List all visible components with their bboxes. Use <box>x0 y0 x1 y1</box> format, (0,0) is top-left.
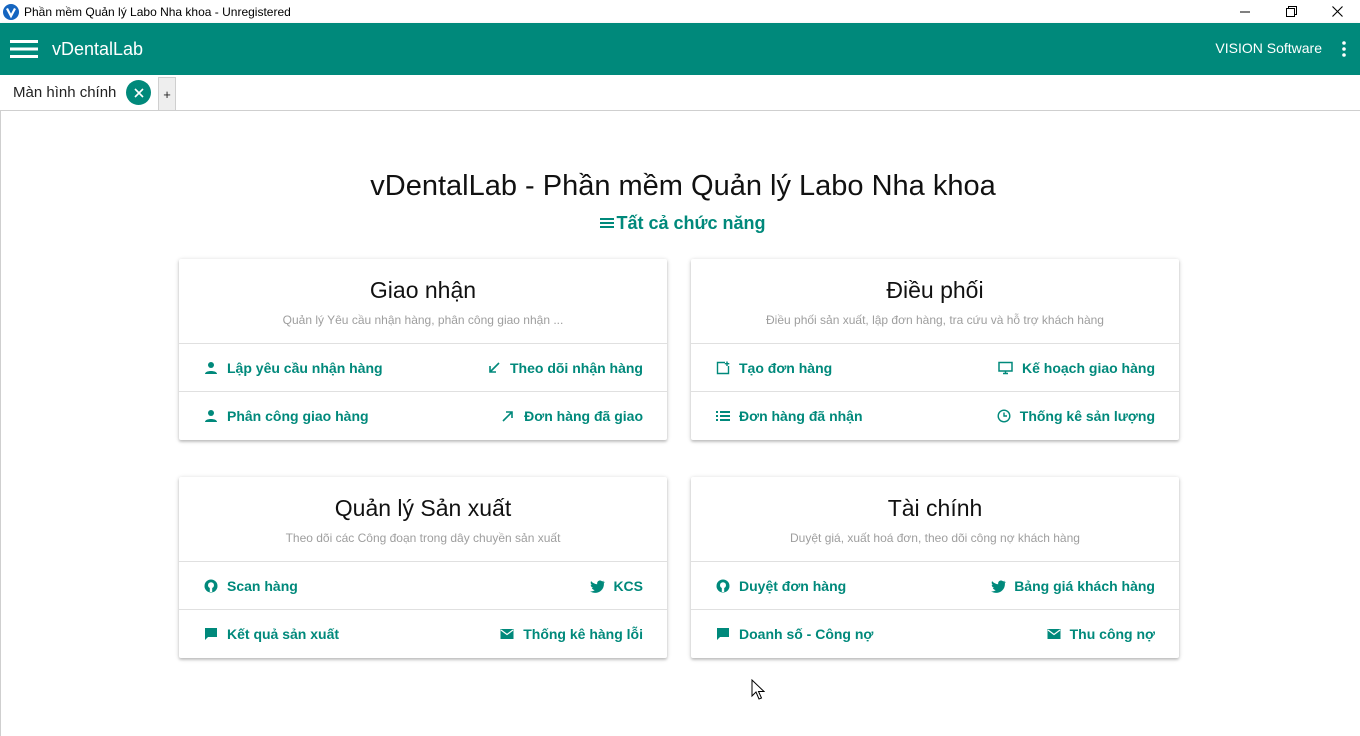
collect-debt-button[interactable]: Thu công nợ <box>1046 610 1155 658</box>
action-label: Tạo đơn hàng <box>739 360 833 376</box>
card-giao-nhan: Giao nhận Quản lý Yêu cầu nhận hàng, phâ… <box>179 259 667 440</box>
v-logo-icon <box>3 3 19 20</box>
card-row: Scan hàng KCS <box>179 562 667 610</box>
action-label: KCS <box>613 578 643 594</box>
card-subtitle: Điều phối sản xuất, lập đơn hàng, tra cứ… <box>766 313 1104 327</box>
mouse-cursor-icon <box>751 679 765 700</box>
arrow-down-left-icon <box>486 360 502 376</box>
action-label: Lập yêu cầu nhận hàng <box>227 360 383 376</box>
card-row: Tạo đơn hàng Kế hoạch giao hàng <box>691 344 1179 392</box>
action-label: Thống kê hàng lỗi <box>523 626 643 642</box>
card-subtitle: Duyệt giá, xuất hoá đơn, theo dõi công n… <box>790 531 1080 545</box>
page-title: vDentalLab - Phần mềm Quản lý Labo Nha k… <box>370 170 996 202</box>
card-subtitle: Quản lý Yêu cầu nhận hàng, phân công gia… <box>282 313 564 327</box>
window-titlebar: Phần mềm Quản lý Labo Nha khoa - Unregis… <box>0 0 1360 23</box>
clock-icon <box>996 408 1012 424</box>
card-title: Điều phối <box>886 277 984 303</box>
action-label: Phân công giao hàng <box>227 408 369 424</box>
approve-orders-button[interactable]: Duyệt đơn hàng <box>715 562 846 610</box>
action-label: Bảng giá khách hàng <box>1014 578 1155 594</box>
content-border <box>0 111 1 736</box>
app-bar: vDentalLab VISION Software <box>0 23 1360 75</box>
revenue-debt-button[interactable]: Doanh số - Công nợ <box>715 610 873 658</box>
arrow-up-right-icon <box>500 408 516 424</box>
tab-strip: Màn hình chính + <box>0 75 1360 111</box>
add-box-icon <box>715 360 731 376</box>
card-title: Giao nhận <box>369 277 477 303</box>
twitter-icon <box>589 578 605 594</box>
all-functions-link[interactable]: Tất cả chức năng <box>0 213 1360 234</box>
card-subtitle: Theo dõi các Công đoạn trong dây chuyền … <box>285 531 561 545</box>
window-title: Phần mềm Quản lý Labo Nha khoa - Unregis… <box>24 4 291 19</box>
delivery-plan-button[interactable]: Kế hoạch giao hàng <box>998 344 1155 392</box>
customer-price-list-button[interactable]: Bảng giá khách hàng <box>990 562 1155 610</box>
create-order-button[interactable]: Tạo đơn hàng <box>715 344 832 392</box>
action-label: Scan hàng <box>227 578 298 594</box>
close-icon <box>133 87 144 98</box>
person-icon <box>203 408 219 424</box>
scan-goods-button[interactable]: Scan hàng <box>203 562 298 610</box>
github-icon <box>715 578 731 594</box>
add-tab-button[interactable]: + <box>158 77 176 110</box>
production-result-button[interactable]: Kết quả sản xuất <box>203 610 339 658</box>
output-statistics-button[interactable]: Thống kê sản lượng <box>996 392 1155 440</box>
monitor-icon <box>998 360 1014 376</box>
menu-lines-icon <box>600 217 615 228</box>
app-brand: vDentalLab <box>52 38 144 59</box>
received-orders-button[interactable]: Đơn hàng đã nhận <box>715 392 863 440</box>
card-dieu-phoi: Điều phối Điều phối sản xuất, lập đơn hà… <box>691 259 1179 440</box>
track-pickup-button[interactable]: Theo dõi nhận hàng <box>486 344 643 392</box>
tab-main-screen[interactable]: Màn hình chính <box>0 75 158 110</box>
action-label: Thống kê sản lượng <box>1019 408 1155 424</box>
tab-close-button[interactable] <box>126 80 151 105</box>
action-label: Doanh số - Công nợ <box>739 626 874 642</box>
all-functions-label: Tất cả chức năng <box>616 213 766 233</box>
twitter-icon <box>990 578 1006 594</box>
hamburger-menu-button[interactable] <box>9 34 39 64</box>
hamburger-icon <box>10 40 38 58</box>
kcs-button[interactable]: KCS <box>589 562 643 610</box>
action-label: Duyệt đơn hàng <box>739 578 847 594</box>
person-icon <box>203 360 219 376</box>
close-icon <box>1331 6 1343 17</box>
card-tai-chinh: Tài chính Duyệt giá, xuất hoá đơn, theo … <box>691 477 1179 658</box>
card-title: Quản lý Sản xuất <box>334 495 512 521</box>
card-title: Tài chính <box>887 495 983 521</box>
create-pickup-request-button[interactable]: Lập yêu cầu nhận hàng <box>203 344 383 392</box>
mail-icon <box>1046 626 1062 642</box>
card-row: Duyệt đơn hàng Bảng giá khách hàng <box>691 562 1179 610</box>
action-label: Theo dõi nhận hàng <box>510 360 643 376</box>
github-icon <box>203 578 219 594</box>
card-quan-ly-san-xuat: Quản lý Sản xuất Theo dõi các Công đoạn … <box>179 477 667 658</box>
card-row: Lập yêu cầu nhận hàng Theo dõi nhận hàng <box>179 344 667 392</box>
action-label: Kết quả sản xuất <box>227 626 340 642</box>
action-label: Đơn hàng đã nhận <box>739 408 863 424</box>
chat-icon <box>203 626 219 642</box>
card-row: Đơn hàng đã nhận Thống kê sản lượng <box>691 392 1179 440</box>
more-options-button[interactable] <box>1336 37 1352 61</box>
minimize-button[interactable] <box>1222 0 1268 23</box>
action-label: Kế hoạch giao hàng <box>1021 360 1155 376</box>
delivered-orders-button[interactable]: Đơn hàng đã giao <box>500 392 643 440</box>
mail-icon <box>499 626 515 642</box>
more-vertical-icon <box>1342 41 1346 57</box>
restore-button[interactable] <box>1268 0 1314 23</box>
tab-label: Màn hình chính <box>13 84 117 101</box>
minimize-icon <box>1240 11 1250 12</box>
card-row: Kết quả sản xuất Thống kê hàng lỗi <box>179 610 667 658</box>
action-label: Thu công nợ <box>1069 626 1155 642</box>
card-row: Phân công giao hàng Đơn hàng đã giao <box>179 392 667 440</box>
restore-icon <box>1285 6 1297 17</box>
assign-delivery-button[interactable]: Phân công giao hàng <box>203 392 369 440</box>
company-name: VISION Software <box>1215 40 1322 56</box>
defect-statistics-button[interactable]: Thống kê hàng lỗi <box>499 610 643 658</box>
action-label: Đơn hàng đã giao <box>524 408 643 424</box>
card-row: Doanh số - Công nợ Thu công nợ <box>691 610 1179 658</box>
list-icon <box>715 408 731 424</box>
close-window-button[interactable] <box>1314 0 1360 23</box>
chat-icon <box>715 626 731 642</box>
